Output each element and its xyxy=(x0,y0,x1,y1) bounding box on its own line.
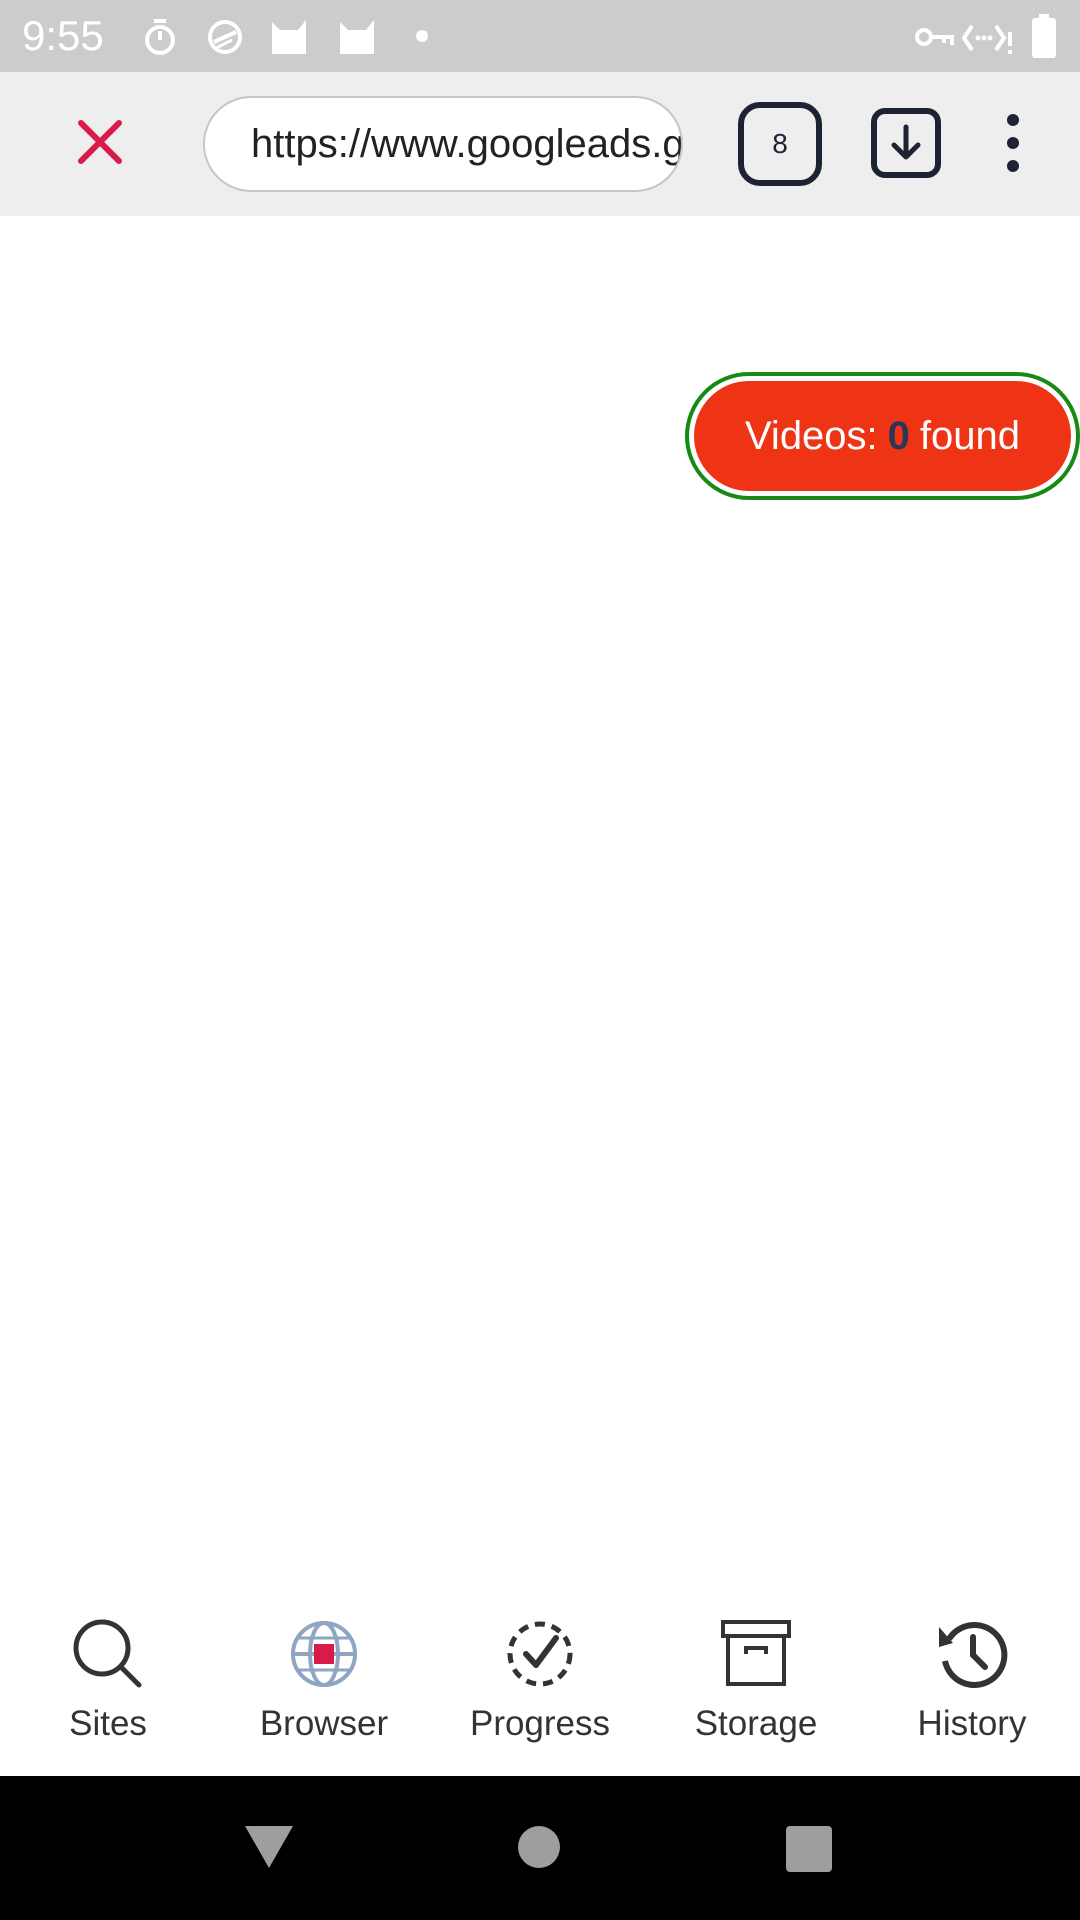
url-input[interactable]: https://www.googleads.g.doubleclick.net xyxy=(203,96,683,192)
videos-suffix: found xyxy=(919,413,1021,458)
vpn-key-icon xyxy=(915,28,954,46)
battery-icon xyxy=(1032,14,1056,58)
nav-item-browser[interactable]: Browser xyxy=(216,1586,432,1776)
cat-icon xyxy=(340,20,374,54)
nav-item-history[interactable]: History xyxy=(864,1586,1080,1776)
system-navigation-bar xyxy=(0,1776,1080,1920)
tab-count: 8 xyxy=(772,128,788,159)
recents-button[interactable] xyxy=(786,1826,832,1872)
nav-label-history: History xyxy=(917,1704,1027,1743)
close-button[interactable] xyxy=(60,102,140,182)
nav-label-progress: Progress xyxy=(469,1704,611,1743)
download-icon xyxy=(891,124,921,160)
search-icon xyxy=(73,1619,142,1688)
bottom-navigation: Sites Browser Progress Storage History xyxy=(0,1586,1080,1776)
home-button[interactable] xyxy=(518,1826,560,1868)
videos-label: Videos: xyxy=(744,413,878,458)
status-bar: 9:55 xyxy=(0,0,1080,72)
nav-label-browser: Browser xyxy=(259,1704,389,1743)
history-icon xyxy=(939,1622,1008,1688)
videos-found-badge[interactable]: Videos: 0 found xyxy=(685,372,1080,500)
download-button[interactable] xyxy=(871,108,941,178)
more-options-button[interactable] xyxy=(990,108,1036,178)
url-text: https://www.googleads.g.doubleclick.net xyxy=(251,122,683,166)
nav-item-sites[interactable]: Sites xyxy=(0,1586,216,1776)
data-icon xyxy=(962,24,1012,54)
status-time: 9:55 xyxy=(22,12,104,59)
back-button[interactable] xyxy=(243,1824,295,1870)
more-vert-icon xyxy=(1007,114,1019,126)
nav-label-sites: Sites xyxy=(69,1704,147,1743)
nav-label-storage: Storage xyxy=(694,1704,818,1743)
data-saver-icon xyxy=(208,20,242,54)
videos-count: 0 xyxy=(887,413,910,458)
globe-icon xyxy=(291,1621,357,1687)
dot-icon xyxy=(416,30,428,42)
stopwatch-icon xyxy=(145,19,175,55)
archive-icon xyxy=(721,1620,791,1686)
cat-icon xyxy=(272,20,306,54)
nav-item-progress[interactable]: Progress xyxy=(432,1586,648,1776)
browser-toolbar: https://www.googleads.g.doubleclick.net … xyxy=(0,72,1080,216)
progress-check-icon xyxy=(507,1621,573,1687)
tabs-button[interactable]: 8 xyxy=(738,102,822,186)
nav-item-storage[interactable]: Storage xyxy=(648,1586,864,1776)
close-icon xyxy=(78,120,122,164)
